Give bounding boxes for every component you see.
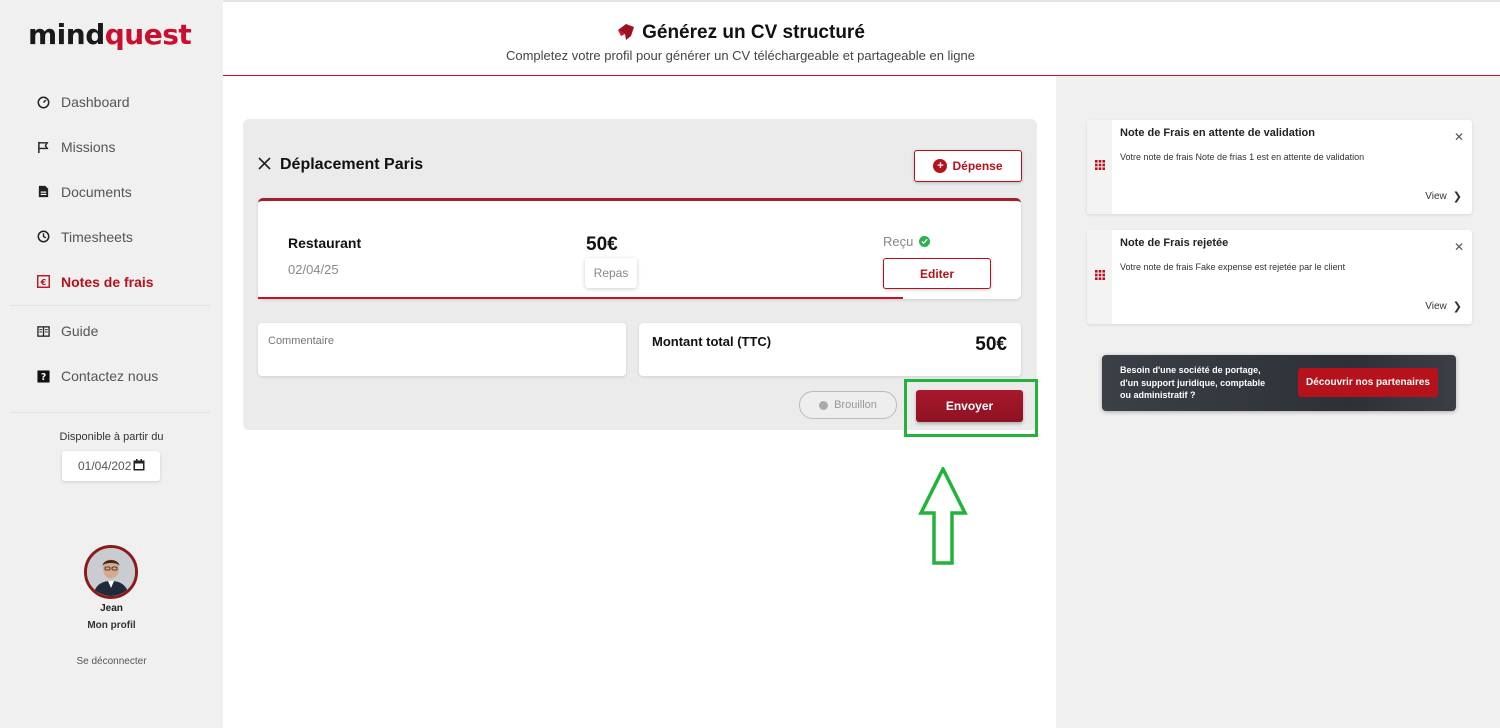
page-subtitle: Completez votre profil pour générer un C… [505, 48, 975, 63]
close-icon[interactable]: ✕ [1454, 130, 1464, 144]
calendar-icon[interactable] [133, 459, 145, 474]
close-icon[interactable] [258, 157, 272, 171]
sidebar-item-label: Guide [61, 323, 99, 340]
sidebar-nav: Dashboard Missions Documents Timesheets … [36, 80, 206, 304]
avatar[interactable] [84, 545, 138, 599]
flag-icon [36, 140, 50, 154]
report-title: Déplacement Paris [280, 156, 424, 173]
close-icon[interactable]: ✕ [1454, 240, 1464, 254]
total-value: 50€ [975, 334, 1007, 355]
logo[interactable]: mindquest [28, 18, 192, 51]
sidebar-item-contact[interactable]: ? Contactez nous [36, 354, 206, 399]
toggle-dot-icon [819, 400, 829, 410]
avatar-portrait-icon [87, 548, 135, 596]
euro-icon: € [36, 275, 50, 289]
expense-item: Restaurant 02/04/25 50€ Repas Reçu Edite… [258, 198, 1021, 299]
sidebar-item-label: Contactez nous [61, 368, 159, 385]
grid-icon [1095, 157, 1105, 175]
expense-date: 02/04/25 [288, 262, 339, 277]
expense-name: Restaurant [288, 235, 362, 251]
partner-banner: Besoin d'une société de portage, d'un su… [1102, 355, 1456, 411]
sidebar-item-label: Timesheets [61, 228, 133, 245]
svg-text:?: ? [40, 372, 45, 383]
notification-title: Note de Frais en attente de validation [1120, 127, 1315, 139]
expense-progress-bar [258, 297, 903, 299]
expense-amount: 50€ [586, 234, 618, 255]
plus-icon: + [933, 159, 948, 173]
book-icon [36, 324, 50, 338]
notification-text: Votre note de frais Fake expense est rej… [1120, 262, 1346, 272]
grid-icon [1095, 267, 1105, 285]
comment-input[interactable] [258, 323, 626, 376]
availability-date-input[interactable]: 01/04/202 [62, 451, 160, 481]
notification-text: Votre note de frais Note de frias 1 est … [1120, 152, 1365, 162]
chevron-right-icon: ❯ [1452, 301, 1462, 313]
sidebar-nav-secondary: Guide ? Contactez nous [36, 309, 206, 399]
banner-text: Besoin d'une société de portage, d'un su… [1120, 365, 1266, 400]
profile-link[interactable]: Mon profil [0, 620, 223, 631]
svg-text:€: € [39, 277, 46, 287]
total-label: Montant total (TTC) [652, 334, 772, 349]
brand-mark-icon [616, 23, 636, 47]
sidebar: mindquest Dashboard Missions Documents T… [0, 0, 223, 728]
expense-category-badge: Repas [585, 258, 637, 288]
sidebar-item-dashboard[interactable]: Dashboard [36, 80, 206, 125]
discover-partners-button[interactable]: Découvrir nos partenaires [1298, 368, 1438, 397]
chevron-right-icon: ❯ [1452, 191, 1462, 203]
sidebar-item-guide[interactable]: Guide [36, 309, 206, 354]
question-icon: ? [36, 369, 50, 383]
sidebar-item-label: Dashboard [61, 94, 130, 111]
notification-view-link[interactable]: View ❯ [1425, 300, 1462, 313]
notification-view-link[interactable]: View ❯ [1425, 190, 1462, 203]
up-arrow-icon [918, 465, 968, 570]
availability-date-value: 01/04/202 [78, 459, 132, 473]
document-icon [36, 185, 50, 199]
add-expense-button[interactable]: + Dépense [914, 150, 1022, 182]
notification-title: Note de Frais rejetée [1120, 237, 1229, 249]
draft-toggle-button[interactable]: Brouillon [799, 391, 897, 419]
sidebar-item-missions[interactable]: Missions [36, 125, 206, 170]
check-circle-icon [919, 236, 931, 247]
logout-link[interactable]: Se déconnecter [0, 656, 223, 667]
highlight-box [904, 379, 1038, 437]
edit-expense-button[interactable]: Editer [883, 258, 991, 289]
sidebar-divider [10, 412, 210, 413]
sidebar-divider [10, 305, 210, 306]
sidebar-item-documents[interactable]: Documents [36, 170, 206, 215]
sidebar-item-label: Notes de frais [61, 273, 154, 290]
gauge-icon [36, 95, 50, 109]
page-header: Générez un CV structuré Completez votre … [223, 0, 1500, 76]
profile-name: Jean [100, 603, 123, 614]
sidebar-item-label: Documents [61, 183, 132, 200]
expense-receipt-status: Reçu [883, 234, 931, 249]
page-title: Générez un CV structuré [223, 22, 1258, 47]
sidebar-item-timesheets[interactable]: Timesheets [36, 214, 206, 259]
availability-label: Disponible à partir du [59, 431, 164, 443]
sidebar-item-label: Missions [61, 139, 116, 156]
notification-card: Note de Frais rejetée Votre note de frai… [1087, 230, 1472, 324]
sidebar-item-notes-de-frais[interactable]: € Notes de frais [36, 259, 206, 304]
notification-card: Note de Frais en attente de validation V… [1087, 120, 1472, 214]
total-amount-box: Montant total (TTC) 50€ [639, 323, 1021, 376]
clock-icon [36, 230, 50, 244]
